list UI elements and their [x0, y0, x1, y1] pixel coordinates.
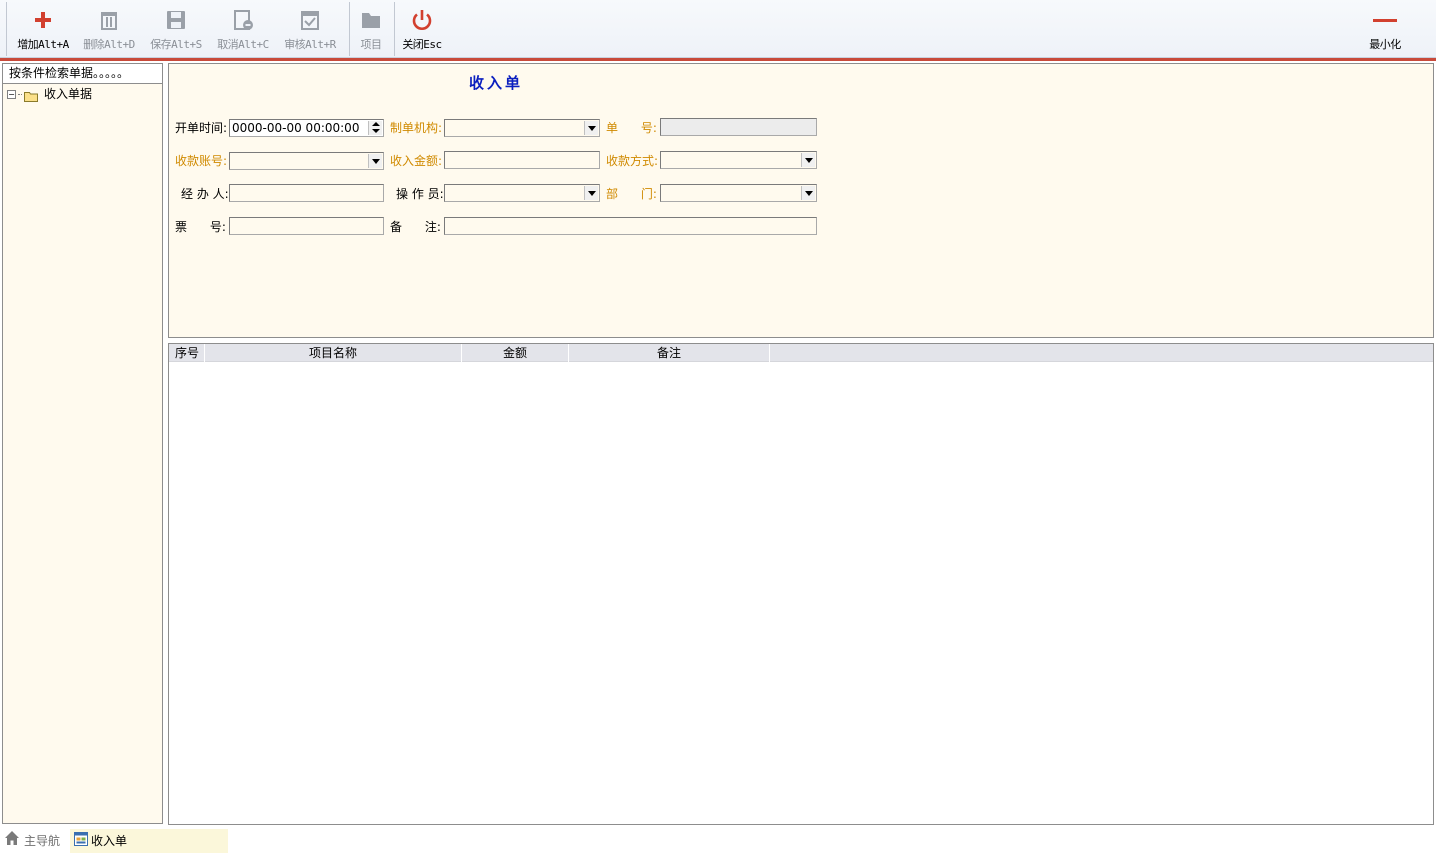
cancel-document-icon: [231, 8, 255, 32]
close-button[interactable]: 关闭Esc: [398, 4, 446, 54]
operator-label: 操 作 员:: [396, 187, 444, 201]
handler-label: 经 办 人:: [181, 187, 229, 201]
operator-select[interactable]: [444, 184, 600, 202]
toolbar-separator: [394, 2, 395, 56]
form-title: 收入单: [469, 74, 524, 92]
remark-label: 备 注:: [390, 220, 441, 234]
handler-field[interactable]: [229, 184, 384, 202]
column-header-item-name[interactable]: 项目名称: [205, 344, 462, 362]
tab-income-doc-label: 收入单: [91, 834, 128, 848]
column-header-amount[interactable]: 金额: [462, 344, 569, 362]
tab-home[interactable]: 主导航: [2, 829, 68, 853]
org-select[interactable]: [444, 119, 600, 137]
open-time-field[interactable]: 0000-00-00 00:00:00: [229, 119, 384, 137]
spin-icon[interactable]: [368, 121, 382, 135]
folder-icon: [24, 89, 38, 102]
item-button[interactable]: 项目: [353, 4, 389, 54]
tree-item-income-docs[interactable]: − 收入单据: [7, 85, 92, 103]
doc-no-field[interactable]: [660, 118, 817, 136]
account-select[interactable]: [229, 152, 384, 170]
tree-item-label: 收入单据: [44, 87, 93, 101]
amount-label: 收入金额:: [390, 154, 443, 168]
trash-icon: [97, 8, 121, 32]
open-time-value: 0000-00-00 00:00:00: [232, 121, 360, 135]
minimize-button[interactable]: 最小化: [1360, 4, 1410, 54]
open-time-label: 开单时间:: [175, 121, 228, 135]
grid-header: 序号 项目名称 金额 备注: [169, 344, 1433, 362]
power-icon: [410, 8, 434, 32]
items-grid: 序号 项目名称 金额 备注: [168, 343, 1434, 825]
audit-button[interactable]: 审核Alt+R: [279, 4, 341, 54]
chevron-down-icon[interactable]: [801, 186, 815, 200]
account-label: 收款账号:: [175, 154, 228, 168]
chevron-down-icon[interactable]: [368, 154, 382, 168]
doc-no-label: 单 号:: [606, 121, 657, 135]
dept-label: 部 门:: [606, 187, 657, 201]
column-header-index[interactable]: 序号: [169, 344, 205, 362]
chevron-down-icon[interactable]: [584, 186, 598, 200]
dept-select[interactable]: [660, 184, 817, 202]
floppy-disk-icon: [164, 8, 188, 32]
toolbar: 增加Alt+A 删除Alt+D 保存Alt+S 取消Alt+C 审核Alt+R …: [0, 0, 1436, 58]
search-tree-header[interactable]: 按条件检索单据。。。。。: [3, 64, 162, 84]
save-button[interactable]: 保存Alt+S: [145, 4, 207, 54]
delete-button[interactable]: 删除Alt+D: [78, 4, 140, 54]
income-form: 收入单 开单时间: 0000-00-00 00:00:00 制单机构: 单 号:…: [168, 63, 1434, 338]
tab-home-label: 主导航: [24, 834, 61, 848]
bottom-tab-bar: 主导航 收入单: [0, 827, 1436, 857]
cancel-button[interactable]: 取消Alt+C: [212, 4, 274, 54]
org-label: 制单机构:: [390, 121, 443, 135]
remark-field[interactable]: [444, 217, 817, 235]
minimize-icon: [1373, 8, 1405, 32]
form-window-icon: [74, 830, 88, 854]
add-button[interactable]: 增加Alt+A: [12, 4, 74, 54]
method-label: 收款方式:: [606, 154, 659, 168]
toolbar-separator: [6, 2, 7, 56]
plus-icon: [31, 8, 55, 32]
tab-income-doc[interactable]: 收入单: [70, 829, 228, 853]
chevron-down-icon[interactable]: [584, 121, 598, 135]
toolbar-accent-line: [0, 58, 1436, 61]
chevron-down-icon[interactable]: [801, 153, 815, 167]
amount-field[interactable]: [444, 151, 600, 169]
column-header-remark[interactable]: 备注: [569, 344, 770, 362]
toolbar-separator: [349, 2, 350, 56]
method-select[interactable]: [660, 151, 817, 169]
home-icon: [4, 830, 20, 854]
ticket-field[interactable]: [229, 217, 384, 235]
search-tree-panel: 按条件检索单据。。。。。 − 收入单据: [2, 63, 163, 824]
checkbox-check-icon: [298, 8, 322, 32]
ticket-label: 票 号:: [175, 220, 226, 234]
collapse-icon[interactable]: −: [7, 90, 16, 99]
folder-icon: [359, 8, 383, 32]
